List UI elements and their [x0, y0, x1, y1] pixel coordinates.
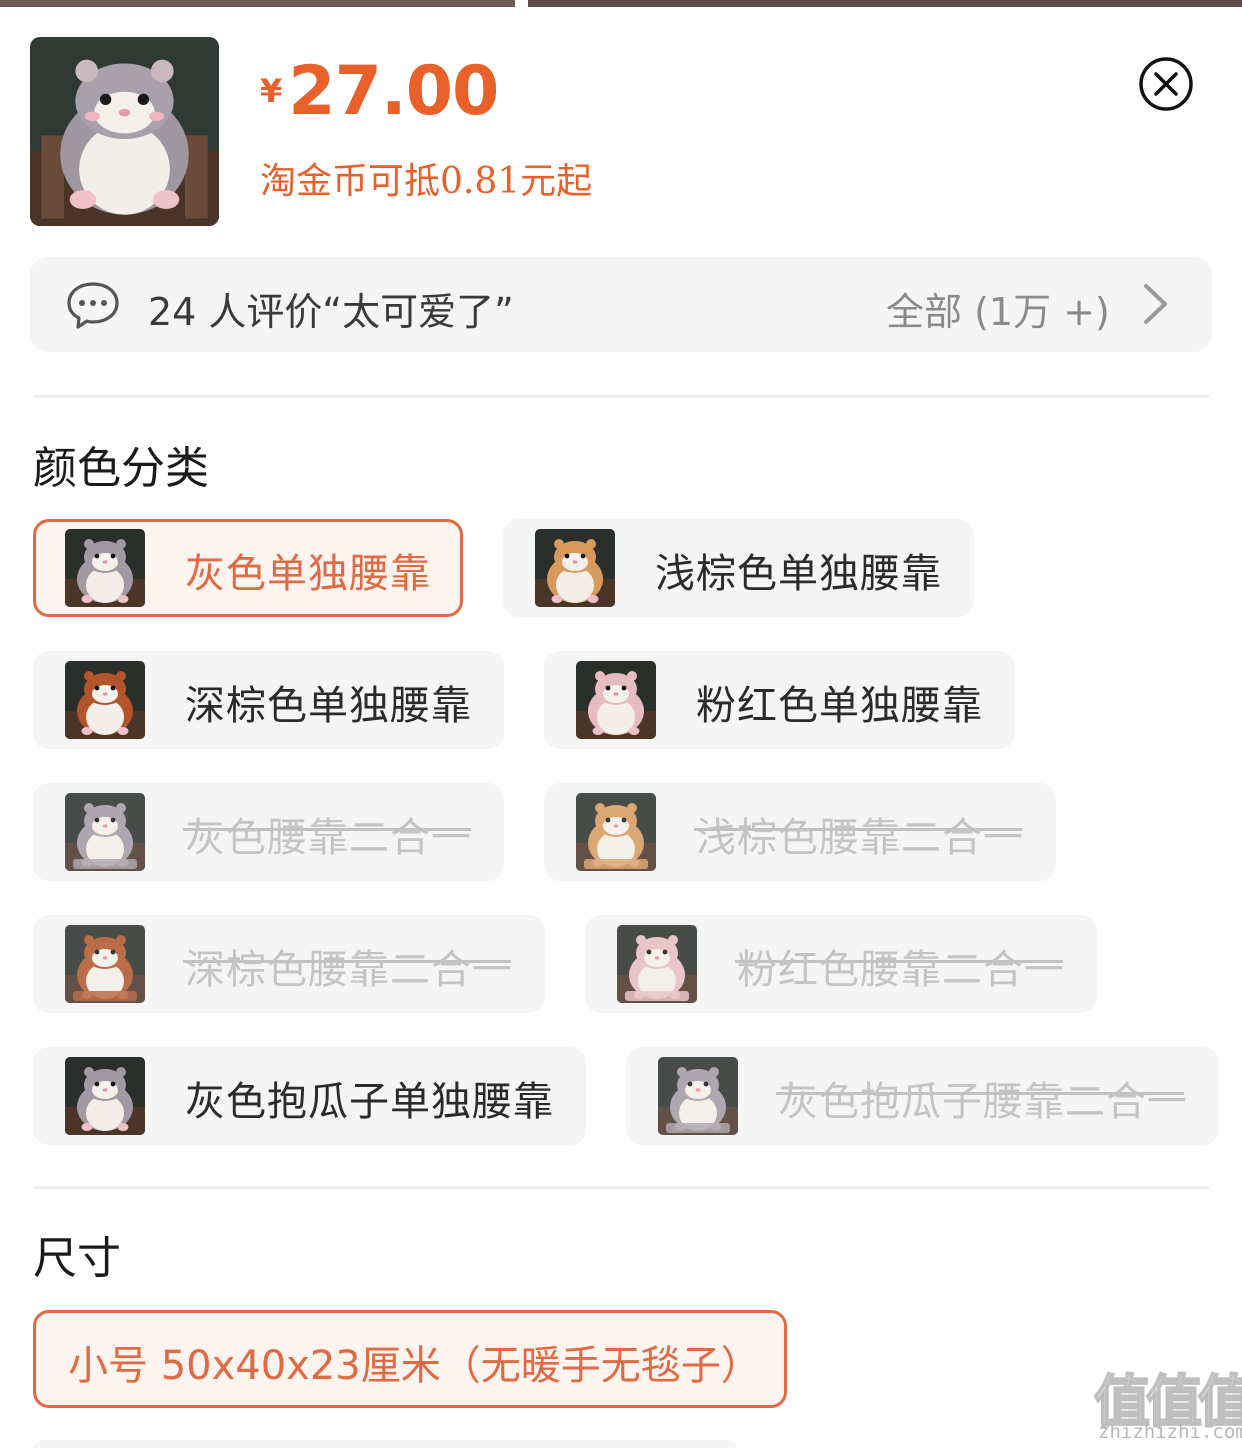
hamster-plush-icon — [576, 793, 656, 871]
hamster-plush-icon — [576, 661, 656, 739]
divider — [33, 1186, 1209, 1189]
strikethrough-line — [735, 960, 1063, 963]
color-option-label: 灰色抱瓜子腰靠二合一 — [778, 1079, 1188, 1125]
price-value: 27.00 — [288, 52, 499, 131]
color-option-10[interactable]: 灰色抱瓜子腰靠二合一 — [626, 1047, 1219, 1145]
strikethrough-line — [776, 1092, 1184, 1095]
color-option-thumbnail — [576, 661, 656, 739]
size-option-next-partial[interactable] — [33, 1440, 737, 1448]
color-option-label: 灰色腰靠二合一 — [185, 815, 472, 861]
size-section-title: 尺寸 — [33, 1233, 121, 1284]
color-option-label: 粉红色腰靠二合一 — [737, 947, 1065, 993]
hamster-plush-icon — [65, 529, 145, 607]
color-section-title: 颜色分类 — [33, 443, 209, 494]
hamster-plush-icon — [535, 529, 615, 607]
color-option-label: 深棕色腰靠二合一 — [185, 947, 513, 993]
color-option-label: 浅棕色单独腰靠 — [655, 551, 942, 597]
background-photo-right — [528, 0, 1242, 7]
review-summary-bar[interactable]: 24 人评价“太可爱了” 全部 (1万 +) — [30, 257, 1212, 352]
color-option-label: 灰色抱瓜子单独腰靠 — [185, 1079, 554, 1125]
size-option-small[interactable]: 小号 50x40x23厘米（无暖手无毯子） — [33, 1310, 787, 1408]
review-text: 24 人评价“太可爱了” — [148, 290, 514, 334]
color-option-label: 深棕色单独腰靠 — [185, 683, 472, 729]
color-option-thumbnail — [658, 1057, 738, 1135]
color-option-4[interactable]: 粉红色单独腰靠 — [544, 651, 1015, 749]
color-option-6[interactable]: 浅棕色腰靠二合一 — [544, 783, 1056, 881]
hamster-plush-icon — [617, 925, 697, 1003]
color-option-thumbnail — [65, 661, 145, 739]
hamster-plush-icon — [658, 1057, 738, 1135]
strikethrough-line — [183, 960, 511, 963]
watermark-logo: 值值值 — [1093, 1369, 1242, 1436]
color-option-label: 灰色单独腰靠 — [185, 551, 431, 597]
color-option-7[interactable]: 深棕色腰靠二合一 — [33, 915, 545, 1013]
color-option-label: 粉红色单独腰靠 — [696, 683, 983, 729]
color-option-5[interactable]: 灰色腰靠二合一 — [33, 783, 504, 881]
currency-symbol: ¥ — [260, 72, 283, 110]
product-thumbnail[interactable] — [30, 37, 219, 226]
all-reviews-link[interactable]: 全部 (1万 +) — [886, 281, 1110, 336]
watermark: 值值值 zhizhizhi.com — [1088, 1355, 1242, 1447]
hamster-plush-icon — [65, 925, 145, 1003]
strikethrough-line — [694, 828, 1022, 831]
color-option-thumbnail — [65, 925, 145, 1003]
color-option-thumbnail — [65, 529, 145, 607]
color-option-thumbnail — [535, 529, 615, 607]
color-option-thumbnail — [65, 793, 145, 871]
divider — [33, 395, 1209, 398]
color-option-2[interactable]: 浅棕色单独腰靠 — [503, 519, 974, 617]
chat-bubble-icon — [67, 282, 119, 329]
color-option-3[interactable]: 深棕色单独腰靠 — [33, 651, 504, 749]
background-photo-strip — [0, 0, 1242, 7]
watermark-site: zhizhizhi.com — [1098, 1421, 1242, 1443]
hamster-plush-icon — [65, 661, 145, 739]
background-photo-left — [0, 0, 515, 7]
close-icon[interactable] — [1138, 56, 1194, 112]
color-option-9[interactable]: 灰色抱瓜子单独腰靠 — [33, 1047, 586, 1145]
coin-discount-text: 淘金币可抵0.81元起 — [260, 161, 593, 202]
size-option-label: 小号 50x40x23厘米（无暖手无毯子） — [68, 1343, 761, 1389]
hamster-plush-icon — [30, 37, 219, 226]
color-option-thumbnail — [65, 1057, 145, 1135]
color-option-label: 浅棕色腰靠二合一 — [696, 815, 1024, 861]
price: ¥27.00 — [260, 52, 499, 131]
hamster-plush-icon — [65, 1057, 145, 1135]
color-option-thumbnail — [617, 925, 697, 1003]
color-option-thumbnail — [576, 793, 656, 871]
strikethrough-line — [183, 828, 471, 831]
hamster-plush-icon — [65, 793, 145, 871]
color-option-1[interactable]: 灰色单独腰靠 — [33, 519, 463, 617]
color-option-8[interactable]: 粉红色腰靠二合一 — [585, 915, 1097, 1013]
chevron-right-icon — [1144, 284, 1167, 324]
